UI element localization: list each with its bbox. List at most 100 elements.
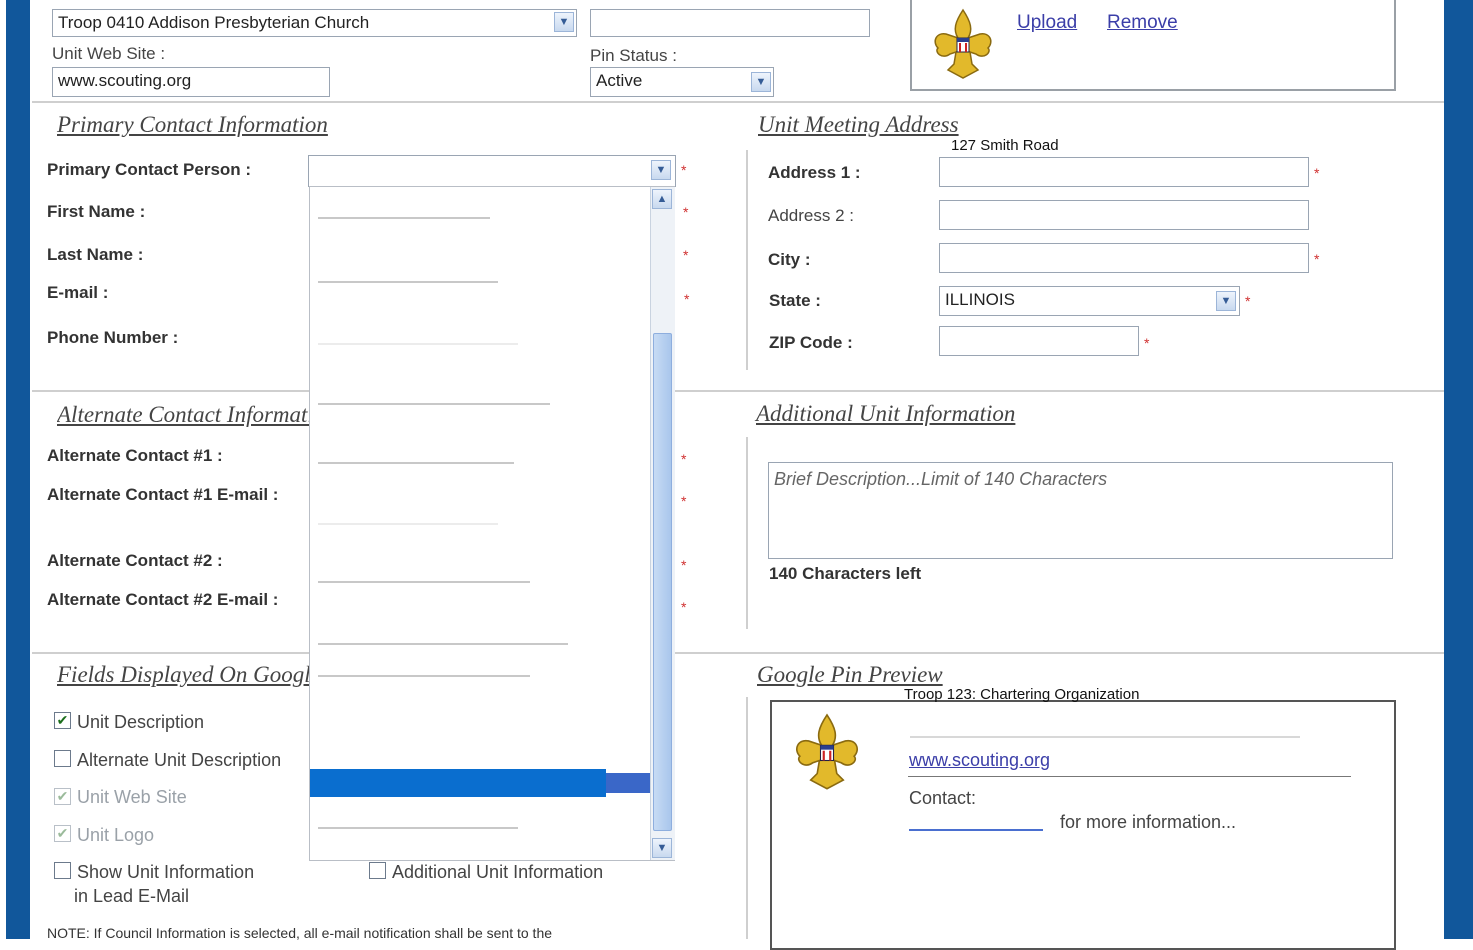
list-item[interactable] xyxy=(318,403,550,405)
remove-link[interactable]: Remove xyxy=(1107,12,1178,34)
primary-contact-person-label: Primary Contact Person : xyxy=(47,160,252,179)
dropdown-scrollbar[interactable]: ▲ ▼ xyxy=(650,187,675,860)
address-hint: 127 Smith Road xyxy=(951,137,1059,154)
required-marker: * xyxy=(1314,165,1320,181)
scout-emblem-icon xyxy=(796,713,858,790)
unit-logo-checkbox[interactable]: ✔ xyxy=(54,825,71,842)
additional-unit-info-label: Additional Unit Information xyxy=(392,862,604,882)
section-title-meeting-address: Unit Meeting Address xyxy=(758,112,959,137)
pin-contact-link-redacted[interactable] xyxy=(909,829,1043,831)
chevron-down-icon[interactable]: ▼ xyxy=(751,72,771,92)
required-marker: * xyxy=(681,493,687,509)
divider xyxy=(32,652,1444,654)
city-label: City : xyxy=(768,250,811,269)
zip-label: ZIP Code : xyxy=(769,333,853,352)
divider xyxy=(746,150,748,370)
scroll-down-icon[interactable]: ▼ xyxy=(652,838,672,858)
alt2-label: Alternate Contact #2 : xyxy=(47,551,223,570)
state-select[interactable]: ILLINOIS xyxy=(939,286,1240,316)
list-item[interactable] xyxy=(318,217,490,219)
unit-web-site-checkbox[interactable]: ✔ xyxy=(54,788,71,805)
first-name-label: First Name : xyxy=(47,202,146,221)
last-name-label: Last Name : xyxy=(47,245,144,264)
blurred-text-line xyxy=(910,736,1300,738)
required-marker: * xyxy=(1144,335,1150,351)
selected-list-item[interactable] xyxy=(310,769,606,797)
pin-more-info: for more information... xyxy=(1060,812,1237,832)
upload-link[interactable]: Upload xyxy=(1017,12,1077,34)
chars-left-label: 140 Characters left xyxy=(769,564,922,583)
address1-label: Address 1 : xyxy=(768,163,861,182)
web-site-label: Unit Web Site : xyxy=(52,44,166,63)
unit-description-label: Unit Description xyxy=(77,712,205,732)
additional-unit-info-checkbox[interactable] xyxy=(369,862,386,879)
required-marker: * xyxy=(681,557,687,573)
contact-dropdown-list[interactable]: ▲ ▼ xyxy=(309,186,675,861)
list-item[interactable] xyxy=(318,523,498,525)
list-item[interactable] xyxy=(318,675,530,677)
required-marker: * xyxy=(681,451,687,467)
section-title-fields-displayed: Fields Displayed On Google Map xyxy=(57,662,309,687)
pin-contact-label: Contact: xyxy=(909,788,977,808)
address2-input[interactable] xyxy=(939,200,1309,230)
alternate-title-clip: Alternate Contact Information xyxy=(57,400,309,434)
show-unit-info-label-line2: in Lead E-Mail xyxy=(74,886,190,906)
divider xyxy=(32,390,1444,392)
primary-contact-select[interactable] xyxy=(308,155,676,187)
pin-status-select[interactable]: Active xyxy=(590,67,774,97)
alt1-label: Alternate Contact #1 : xyxy=(47,446,223,465)
list-item[interactable] xyxy=(318,462,514,464)
list-item[interactable] xyxy=(318,643,568,645)
address1-input[interactable] xyxy=(939,157,1309,187)
right-frame xyxy=(1444,0,1473,939)
chevron-down-icon[interactable]: ▼ xyxy=(1216,291,1236,311)
pin-preview-link[interactable]: www.scouting.org xyxy=(909,750,1050,771)
divider xyxy=(32,101,1444,103)
chartering-org-select[interactable]: Troop 0410 Addison Presbyterian Church xyxy=(52,9,577,37)
required-marker: * xyxy=(1314,251,1320,267)
phone-label: Phone Number : xyxy=(47,328,179,347)
list-item[interactable] xyxy=(318,343,518,345)
chevron-down-icon[interactable]: ▼ xyxy=(554,12,574,32)
pin-status-label: Pin Status : xyxy=(590,46,677,65)
show-unit-info-label: Show Unit Information xyxy=(77,862,255,882)
alt2-email-label: Alternate Contact #2 E-mail : xyxy=(47,590,279,609)
chevron-down-icon[interactable]: ▼ xyxy=(651,160,671,180)
state-label: State : xyxy=(769,291,821,310)
list-item[interactable] xyxy=(318,827,518,829)
required-marker: * xyxy=(681,599,687,615)
unit-web-site-label: Unit Web Site xyxy=(77,787,187,807)
divider xyxy=(746,437,748,629)
top-text-input[interactable] xyxy=(590,9,870,37)
required-marker: * xyxy=(683,204,689,220)
address2-label: Address 2 : xyxy=(768,206,854,225)
alternate-unit-description-checkbox[interactable] xyxy=(54,750,71,767)
web-site-input[interactable]: www.scouting.org xyxy=(52,67,330,97)
divider xyxy=(746,697,748,939)
pin-preview-heading: Troop 123: Chartering Organization xyxy=(904,686,1140,703)
alt1-email-label: Alternate Contact #1 E-mail : xyxy=(47,485,279,504)
required-marker: * xyxy=(684,291,690,307)
show-unit-info-checkbox[interactable] xyxy=(54,862,71,879)
section-title-alternate-contact: Alternate Contact Information xyxy=(57,402,309,427)
scroll-up-icon[interactable]: ▲ xyxy=(652,189,672,209)
fields-title-clip: Fields Displayed On Google Map xyxy=(57,660,309,694)
list-item[interactable] xyxy=(318,281,498,283)
city-input[interactable] xyxy=(939,243,1309,273)
email-label: E-mail : xyxy=(47,283,109,302)
alternate-unit-description-label: Alternate Unit Description xyxy=(77,750,282,770)
required-marker: * xyxy=(683,247,689,263)
zip-input[interactable] xyxy=(939,326,1139,356)
section-title-primary-contact: Primary Contact Information xyxy=(57,112,328,137)
pin-divider xyxy=(908,776,1351,777)
unit-description-checkbox[interactable]: ✔ xyxy=(54,712,71,729)
description-textarea[interactable]: Brief Description...Limit of 140 Charact… xyxy=(768,462,1393,559)
scout-emblem-icon xyxy=(934,8,992,79)
unit-logo-label: Unit Logo xyxy=(77,825,155,845)
selected-list-item-tail xyxy=(606,773,650,793)
list-item[interactable] xyxy=(318,581,530,583)
scrollbar-thumb[interactable] xyxy=(653,333,672,831)
required-marker: * xyxy=(681,162,687,178)
left-frame xyxy=(0,0,32,939)
section-title-additional-info: Additional Unit Information xyxy=(756,401,1016,426)
